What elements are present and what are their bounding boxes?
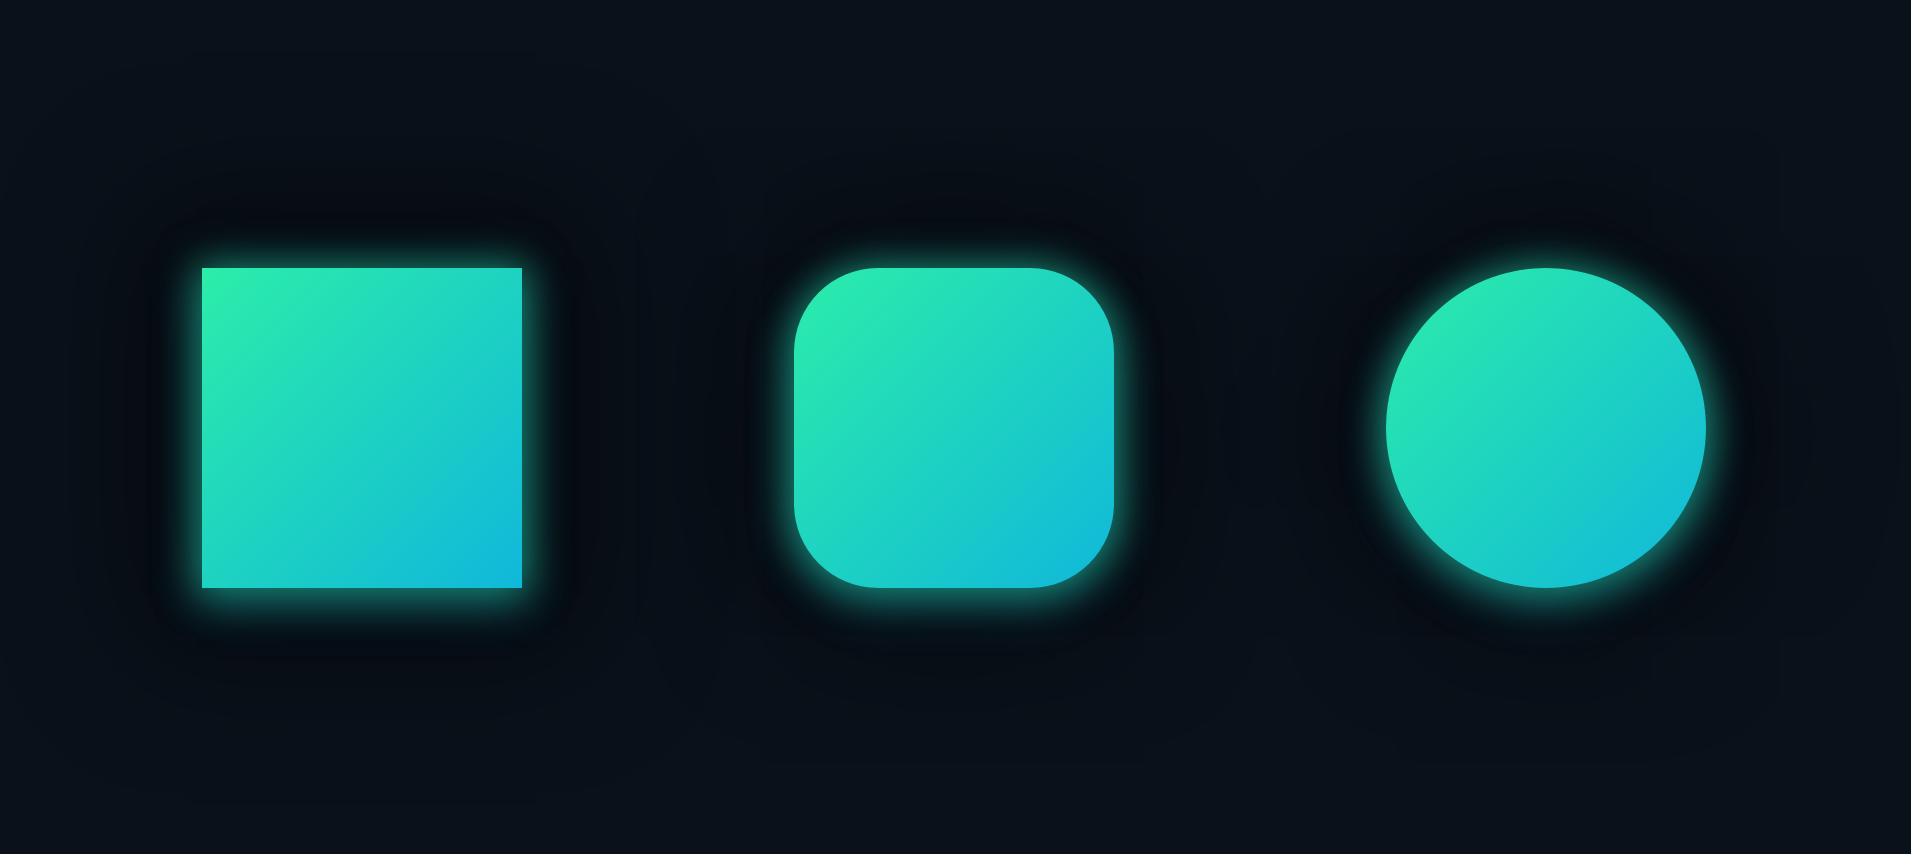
gradient-square xyxy=(202,268,522,588)
gradient-rounded-square xyxy=(794,268,1114,588)
canvas xyxy=(0,0,1911,854)
gradient-circle xyxy=(1386,268,1706,588)
